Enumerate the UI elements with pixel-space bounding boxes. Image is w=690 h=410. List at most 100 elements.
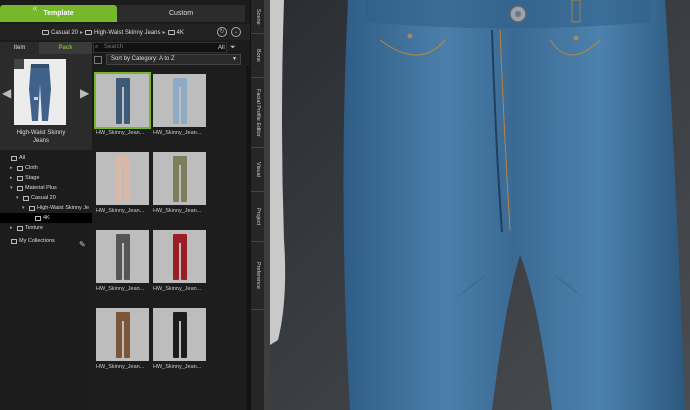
side-tab-scene[interactable]: Scene: [251, 0, 265, 34]
jeans-thumbnail-icon: [173, 312, 187, 358]
preview-label: High-Waist Skinny Jeans: [16, 130, 66, 144]
refresh-icon[interactable]: ↻: [217, 27, 227, 37]
grid-item[interactable]: HW_Skinny_Jean...: [96, 230, 151, 292]
chevron-right-icon: ▸: [80, 30, 84, 36]
side-tab-bone[interactable]: Bone: [251, 34, 265, 78]
chevron-right-icon: ▸: [162, 30, 166, 36]
tree-node-label: Casual 20: [31, 195, 56, 201]
tree-node[interactable]: ▾ High-Waist Skinny Je: [0, 203, 92, 213]
item-label: HW_Skinny_Jean...: [96, 208, 145, 214]
item-label: HW_Skinny_Jean...: [96, 130, 145, 136]
folder-icon: [11, 155, 17, 161]
tree-node[interactable]: ▾ Material Plus: [0, 183, 92, 193]
chevron-down-icon: ▼: [232, 56, 237, 62]
jeans-thumbnail-icon: [116, 312, 130, 358]
folder-icon: [85, 30, 93, 35]
next-arrow-icon[interactable]: ▶: [80, 86, 89, 100]
jeans-thumbnail-icon: [116, 78, 130, 124]
item-label: HW_Skinny_Jean...: [153, 286, 202, 292]
breadcrumb-item[interactable]: High-Waist Skinny Jeans: [94, 30, 160, 36]
sort-select[interactable]: Sort by Category: A to Z: [106, 54, 241, 65]
grid-item[interactable]: HW_Skinny_Jean...: [96, 152, 151, 214]
filter-icon[interactable]: ⏷: [230, 43, 240, 53]
folder-icon: [167, 30, 175, 35]
folder-icon: [42, 30, 49, 35]
grid-item[interactable]: HW_Skinny_Jean...: [96, 308, 151, 370]
jeans-thumbnail-icon: [116, 234, 130, 280]
tab-custom[interactable]: Custom: [117, 5, 245, 22]
item-thumbnail[interactable]: [153, 152, 206, 205]
tree-node[interactable]: ▾ Casual 20: [0, 193, 92, 203]
search-icon: ⌕: [95, 44, 99, 50]
tree-node[interactable]: ▸ Cloth: [0, 163, 92, 173]
chevron-left-icon[interactable]: «: [30, 3, 40, 13]
pack-badge-icon: [14, 59, 24, 69]
tree-node-label: Texture: [25, 225, 44, 231]
breadcrumb-item[interactable]: Casual 20: [51, 30, 78, 36]
grid-item[interactable]: HW_Skinny_Jean...: [153, 230, 208, 292]
side-tab-preference[interactable]: Preference: [251, 242, 265, 310]
jeans-thumbnail-icon: [173, 234, 187, 280]
filter-dropdown[interactable]: All: [218, 43, 228, 53]
item-thumbnail[interactable]: [96, 308, 149, 361]
item-label: HW_Skinny_Jean...: [153, 130, 202, 136]
item-label: HW_Skinny_Jean...: [96, 286, 145, 292]
tree-node-label: 4K: [43, 215, 50, 221]
item-thumbnail[interactable]: [153, 230, 206, 283]
grid-item[interactable]: HW_Skinny_Jean...: [153, 152, 208, 214]
expand-icon[interactable]: ▸: [10, 165, 15, 171]
tree-node[interactable]: 4K: [0, 213, 92, 223]
folder-icon: [17, 175, 23, 181]
jeans-thumbnail-icon: [116, 156, 130, 202]
tree-node-label: All: [19, 155, 26, 161]
up-icon[interactable]: ↑: [14, 3, 24, 13]
category-tree: All ▸ Cloth ▸ Stage ▾ Material Plus ▾ Casual 20 ▾…: [0, 150, 92, 410]
item-thumbnail[interactable]: [96, 230, 149, 283]
item-label: HW_Skinny_Jean...: [153, 364, 202, 370]
tree-node[interactable]: All: [0, 153, 92, 163]
pencil-icon[interactable]: ✎: [79, 240, 86, 249]
search-input[interactable]: Search: [93, 42, 227, 53]
item-thumbnail[interactable]: [94, 72, 151, 129]
side-tab-strip: Scene Bone Facial Profile Editor Visual Proj…: [250, 0, 265, 410]
expand-icon[interactable]: ▸: [10, 175, 15, 181]
grid-item[interactable]: HW_Skinny_Jean...: [153, 308, 208, 370]
folder-icon: [35, 215, 41, 221]
folder-icon: [17, 185, 23, 191]
dropdown-circle-icon[interactable]: ⌄: [231, 27, 241, 37]
back-icon[interactable]: ←: [2, 3, 12, 13]
expand-icon[interactable]: ▾: [10, 185, 15, 191]
item-label: HW_Skinny_Jean...: [96, 364, 145, 370]
expand-icon[interactable]: ▸: [10, 225, 15, 231]
tree-node-label: Material Plus: [25, 185, 57, 191]
3d-viewport[interactable]: [270, 0, 690, 410]
folder-icon: [17, 225, 23, 231]
jeans-render: [270, 0, 690, 410]
tab-pack[interactable]: Pack: [39, 42, 92, 54]
jeans-thumbnail-icon: [173, 78, 187, 124]
tree-node[interactable]: ▸ Stage: [0, 173, 92, 183]
breadcrumb-item[interactable]: 4K: [177, 30, 184, 36]
folder-icon: [17, 165, 23, 171]
prev-arrow-icon[interactable]: ◀: [2, 86, 11, 100]
sort-checkbox[interactable]: [94, 56, 102, 64]
item-label: HW_Skinny_Jean...: [153, 208, 202, 214]
side-tab-facial-profile-editor[interactable]: Facial Profile Editor: [251, 78, 265, 148]
expand-icon[interactable]: ▾: [22, 205, 27, 211]
side-tab-project[interactable]: Project: [251, 192, 265, 242]
expand-icon[interactable]: ▾: [16, 195, 21, 201]
tree-node-label: Stage: [25, 175, 40, 181]
side-tab-visual[interactable]: Visual: [251, 148, 265, 192]
tab-item[interactable]: Item: [0, 42, 39, 54]
tree-node-label: My Collections: [19, 238, 55, 244]
tree-node[interactable]: ▸ Texture: [0, 223, 92, 233]
folder-icon: [29, 205, 35, 211]
item-thumbnail[interactable]: [153, 74, 206, 127]
grid-item[interactable]: HW_Skinny_Jean...: [153, 74, 208, 136]
grid-item[interactable]: HW_Skinny_Jean...: [94, 72, 151, 136]
folder-icon: [11, 238, 17, 244]
item-thumbnail[interactable]: [96, 152, 149, 205]
tree-node-label: Cloth: [25, 165, 38, 171]
tree-node-label: High-Waist Skinny Je: [37, 205, 90, 211]
item-thumbnail[interactable]: [153, 308, 206, 361]
